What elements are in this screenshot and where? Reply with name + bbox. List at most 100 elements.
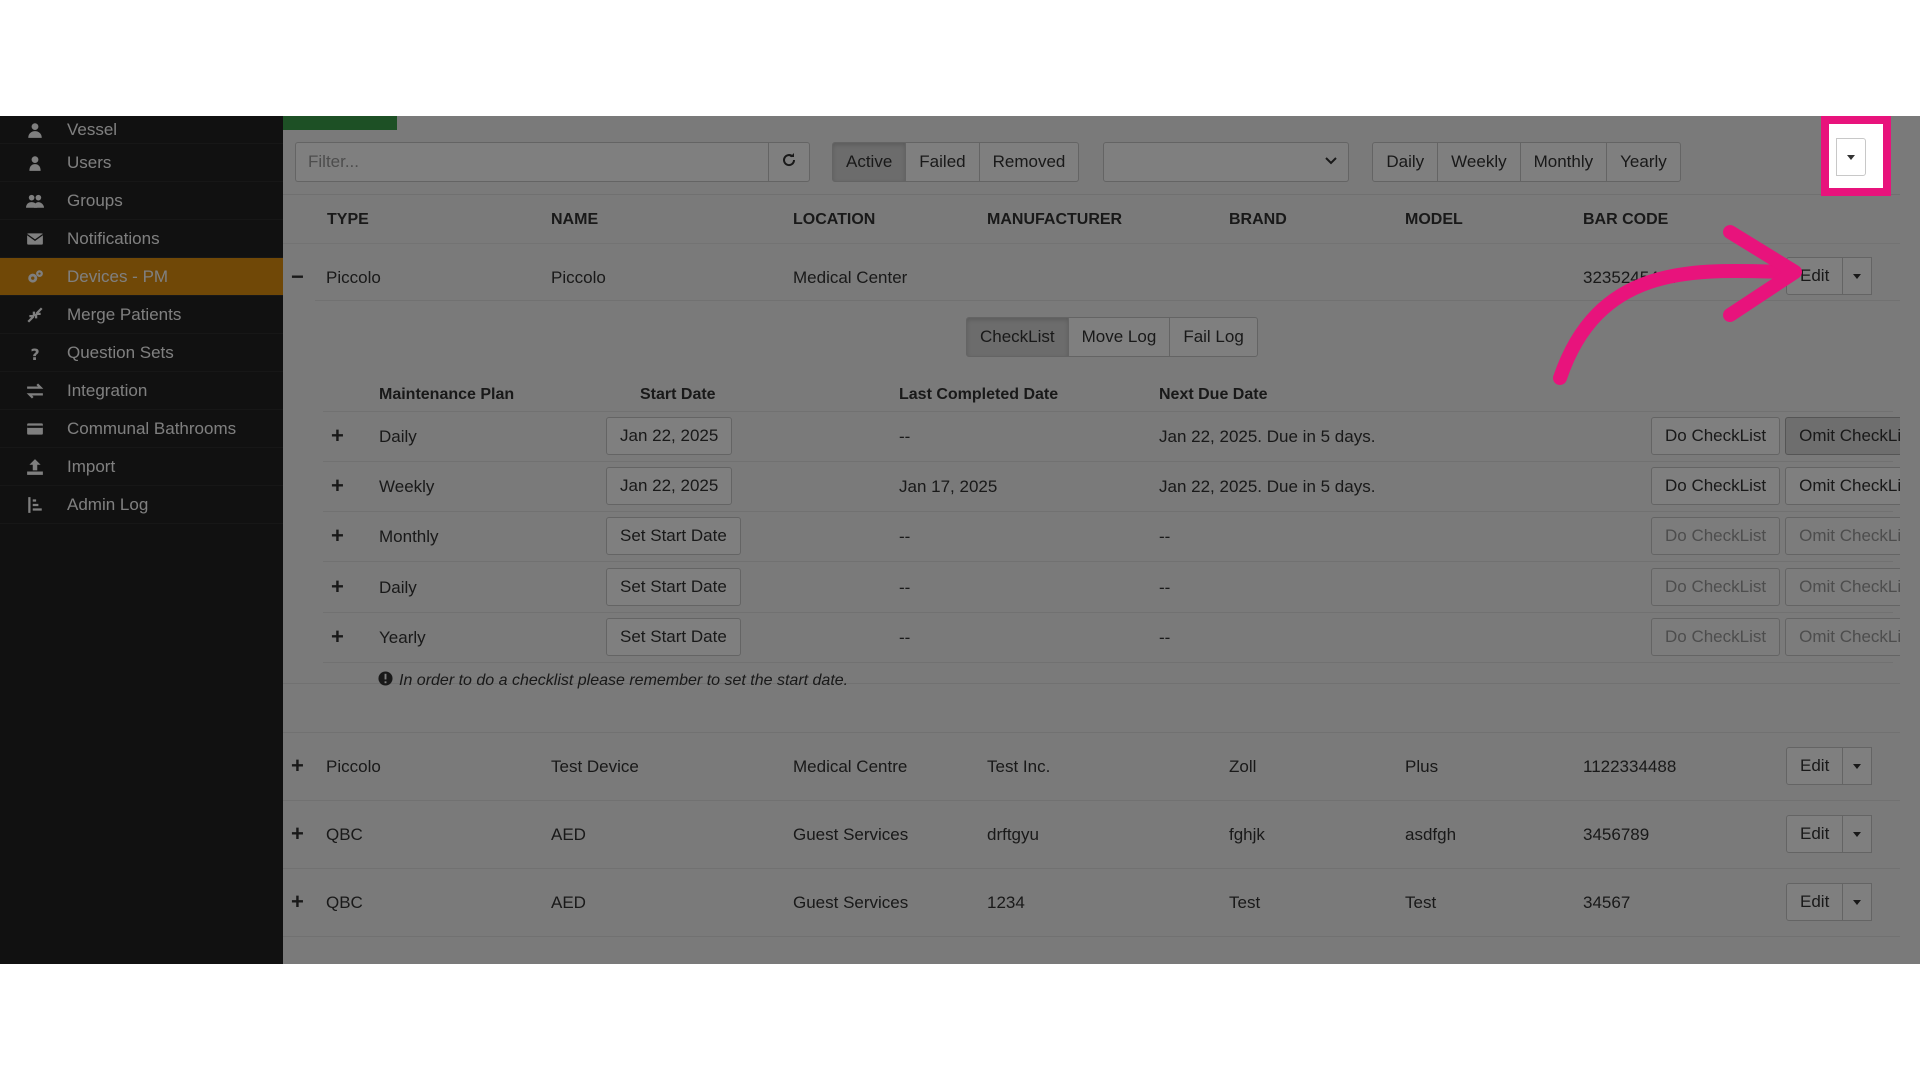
sidebar-item-question-sets[interactable]: ? Question Sets bbox=[0, 334, 283, 372]
edit-button[interactable]: Edit bbox=[1786, 747, 1844, 785]
expand-plan-toggle[interactable]: + bbox=[331, 574, 344, 600]
sidebar-item-label: Vessel bbox=[67, 119, 118, 139]
next-due: Jan 22, 2025. Due in 5 days. bbox=[1159, 477, 1376, 496]
col-model: MODEL bbox=[1405, 211, 1463, 228]
question-icon: ? bbox=[23, 344, 47, 361]
omit-checklist-button[interactable]: Omit CheckList bbox=[1785, 467, 1900, 505]
col-location: LOCATION bbox=[793, 211, 876, 228]
group-icon bbox=[23, 192, 47, 210]
edit-dropdown-toggle[interactable] bbox=[1842, 815, 1873, 853]
status-tab-active[interactable]: Active bbox=[832, 142, 907, 182]
sidebar-item-label: Question Sets bbox=[67, 342, 174, 362]
do-checklist-button[interactable]: Do CheckList bbox=[1651, 618, 1781, 656]
cell-location: Guest Services bbox=[793, 825, 909, 844]
caret-down-icon bbox=[1853, 831, 1862, 837]
caret-down-icon bbox=[1853, 273, 1862, 279]
compress-icon bbox=[23, 306, 47, 324]
sidebar-item-integration[interactable]: Integration bbox=[0, 372, 283, 410]
cell-barcode: 1122334488 bbox=[1583, 757, 1677, 776]
period-tab-daily[interactable]: Daily bbox=[1372, 142, 1439, 182]
set-start-date-button[interactable]: Set Start Date bbox=[606, 568, 741, 606]
do-checklist-button[interactable]: Do CheckList bbox=[1651, 417, 1781, 455]
last-completed: Jan 17, 2025 bbox=[899, 477, 998, 496]
sidebar-item-label: Notifications bbox=[67, 228, 160, 248]
ship-icon bbox=[23, 121, 47, 139]
sidebar-item-notifications[interactable]: Notifications bbox=[0, 220, 283, 258]
plan-col-next: Next Due Date bbox=[1159, 386, 1268, 403]
expand-toggle[interactable]: + bbox=[291, 755, 304, 777]
plan-name: Monthly bbox=[379, 527, 439, 546]
note-text: In order to do a checklist please rememb… bbox=[399, 672, 849, 689]
cell-brand: Test bbox=[1229, 893, 1261, 912]
sidebar-item-admin-log[interactable]: Admin Log bbox=[0, 486, 283, 524]
expand-plan-toggle[interactable]: + bbox=[331, 523, 344, 549]
expand-toggle[interactable]: + bbox=[291, 891, 304, 913]
sort-icon bbox=[23, 496, 47, 514]
sidebar-item-groups[interactable]: Groups bbox=[0, 182, 283, 220]
expand-plan-toggle[interactable]: + bbox=[331, 473, 344, 499]
plan-row: + Daily Jan 22, 2025 -- Jan 22, 2025. Du… bbox=[323, 412, 1900, 462]
caret-down-icon bbox=[1847, 154, 1855, 160]
cell-model: Test bbox=[1405, 893, 1437, 912]
sidebar-item-label: Merge Patients bbox=[67, 304, 182, 324]
start-date-button[interactable]: Jan 22, 2025 bbox=[606, 417, 733, 455]
cell-type: QBC bbox=[326, 893, 363, 912]
tab-checklist[interactable]: CheckList bbox=[966, 317, 1069, 357]
sidebar-item-communal-bathrooms[interactable]: Communal Bathrooms bbox=[0, 410, 283, 448]
plan-name: Yearly bbox=[379, 628, 426, 647]
highlighted-edit-dropdown-toggle[interactable] bbox=[1836, 138, 1866, 176]
omit-checklist-button[interactable]: Omit CheckList bbox=[1785, 417, 1900, 455]
set-start-date-button[interactable]: Set Start Date bbox=[606, 517, 741, 555]
plan-col-plan: Maintenance Plan bbox=[379, 386, 515, 403]
status-tab-removed[interactable]: Removed bbox=[978, 142, 1080, 182]
tab-move-log[interactable]: Move Log bbox=[1067, 317, 1171, 357]
filter-input[interactable] bbox=[295, 142, 768, 182]
sidebar: Vessel Users Groups Notifications Device… bbox=[0, 116, 283, 964]
expand-plan-toggle[interactable]: + bbox=[331, 624, 344, 650]
refresh-button[interactable] bbox=[768, 142, 810, 182]
col-brand: BRAND bbox=[1229, 211, 1287, 228]
expand-plan-toggle[interactable]: + bbox=[331, 423, 344, 449]
cell-name: AED bbox=[551, 893, 586, 912]
plan-name: Daily bbox=[379, 427, 417, 446]
expand-toggle[interactable]: + bbox=[291, 823, 304, 845]
set-start-date-button[interactable]: Set Start Date bbox=[606, 618, 741, 656]
pointer-arrow-icon bbox=[1553, 225, 1802, 385]
omit-checklist-button[interactable]: Omit CheckList bbox=[1785, 517, 1900, 555]
edit-button[interactable]: Edit bbox=[1786, 883, 1844, 921]
edit-dropdown-toggle[interactable] bbox=[1842, 883, 1873, 921]
period-tab-monthly[interactable]: Monthly bbox=[1519, 142, 1608, 182]
omit-checklist-button[interactable]: Omit CheckList bbox=[1785, 568, 1900, 606]
filter-select[interactable] bbox=[1103, 142, 1350, 182]
sidebar-item-users[interactable]: Users bbox=[0, 144, 283, 182]
tab-fail-log[interactable]: Fail Log bbox=[1169, 317, 1258, 357]
last-completed: -- bbox=[899, 427, 911, 446]
plan-row: + Weekly Jan 22, 2025 Jan 17, 2025 Jan 2… bbox=[323, 462, 1900, 512]
gears-icon bbox=[23, 268, 47, 286]
status-tab-failed[interactable]: Failed bbox=[905, 142, 980, 182]
period-tab-yearly[interactable]: Yearly bbox=[1606, 142, 1681, 182]
collapse-toggle[interactable]: − bbox=[291, 266, 304, 288]
info-icon bbox=[378, 671, 393, 691]
sidebar-item-merge-patients[interactable]: Merge Patients bbox=[0, 296, 283, 334]
do-checklist-button[interactable]: Do CheckList bbox=[1651, 467, 1781, 505]
period-tabs: Daily Weekly Monthly Yearly bbox=[1372, 142, 1681, 182]
next-due: -- bbox=[1159, 578, 1171, 597]
do-checklist-button[interactable]: Do CheckList bbox=[1651, 517, 1781, 555]
sidebar-item-label: Integration bbox=[67, 380, 148, 400]
chevron-down-icon bbox=[1324, 153, 1338, 171]
start-date-button[interactable]: Jan 22, 2025 bbox=[606, 467, 733, 505]
do-checklist-button[interactable]: Do CheckList bbox=[1651, 568, 1781, 606]
omit-checklist-button[interactable]: Omit CheckList bbox=[1785, 618, 1900, 656]
table-row: + QBC AED Guest Services 1234 Test Test … bbox=[283, 869, 1900, 937]
edit-dropdown-toggle[interactable] bbox=[1842, 747, 1873, 785]
sidebar-item-vessel[interactable]: Vessel bbox=[0, 116, 283, 144]
period-tab-weekly[interactable]: Weekly bbox=[1437, 142, 1521, 182]
plan-row: + Monthly Set Start Date -- -- Do CheckL… bbox=[323, 512, 1900, 562]
sidebar-item-import[interactable]: Import bbox=[0, 448, 283, 486]
sidebar-item-devices-pm[interactable]: Devices - PM bbox=[0, 258, 283, 296]
plan-col-start: Start Date bbox=[640, 386, 716, 403]
edit-dropdown-toggle[interactable] bbox=[1842, 257, 1873, 295]
edit-button[interactable]: Edit bbox=[1786, 815, 1844, 853]
cell-name: Test Device bbox=[551, 757, 639, 776]
